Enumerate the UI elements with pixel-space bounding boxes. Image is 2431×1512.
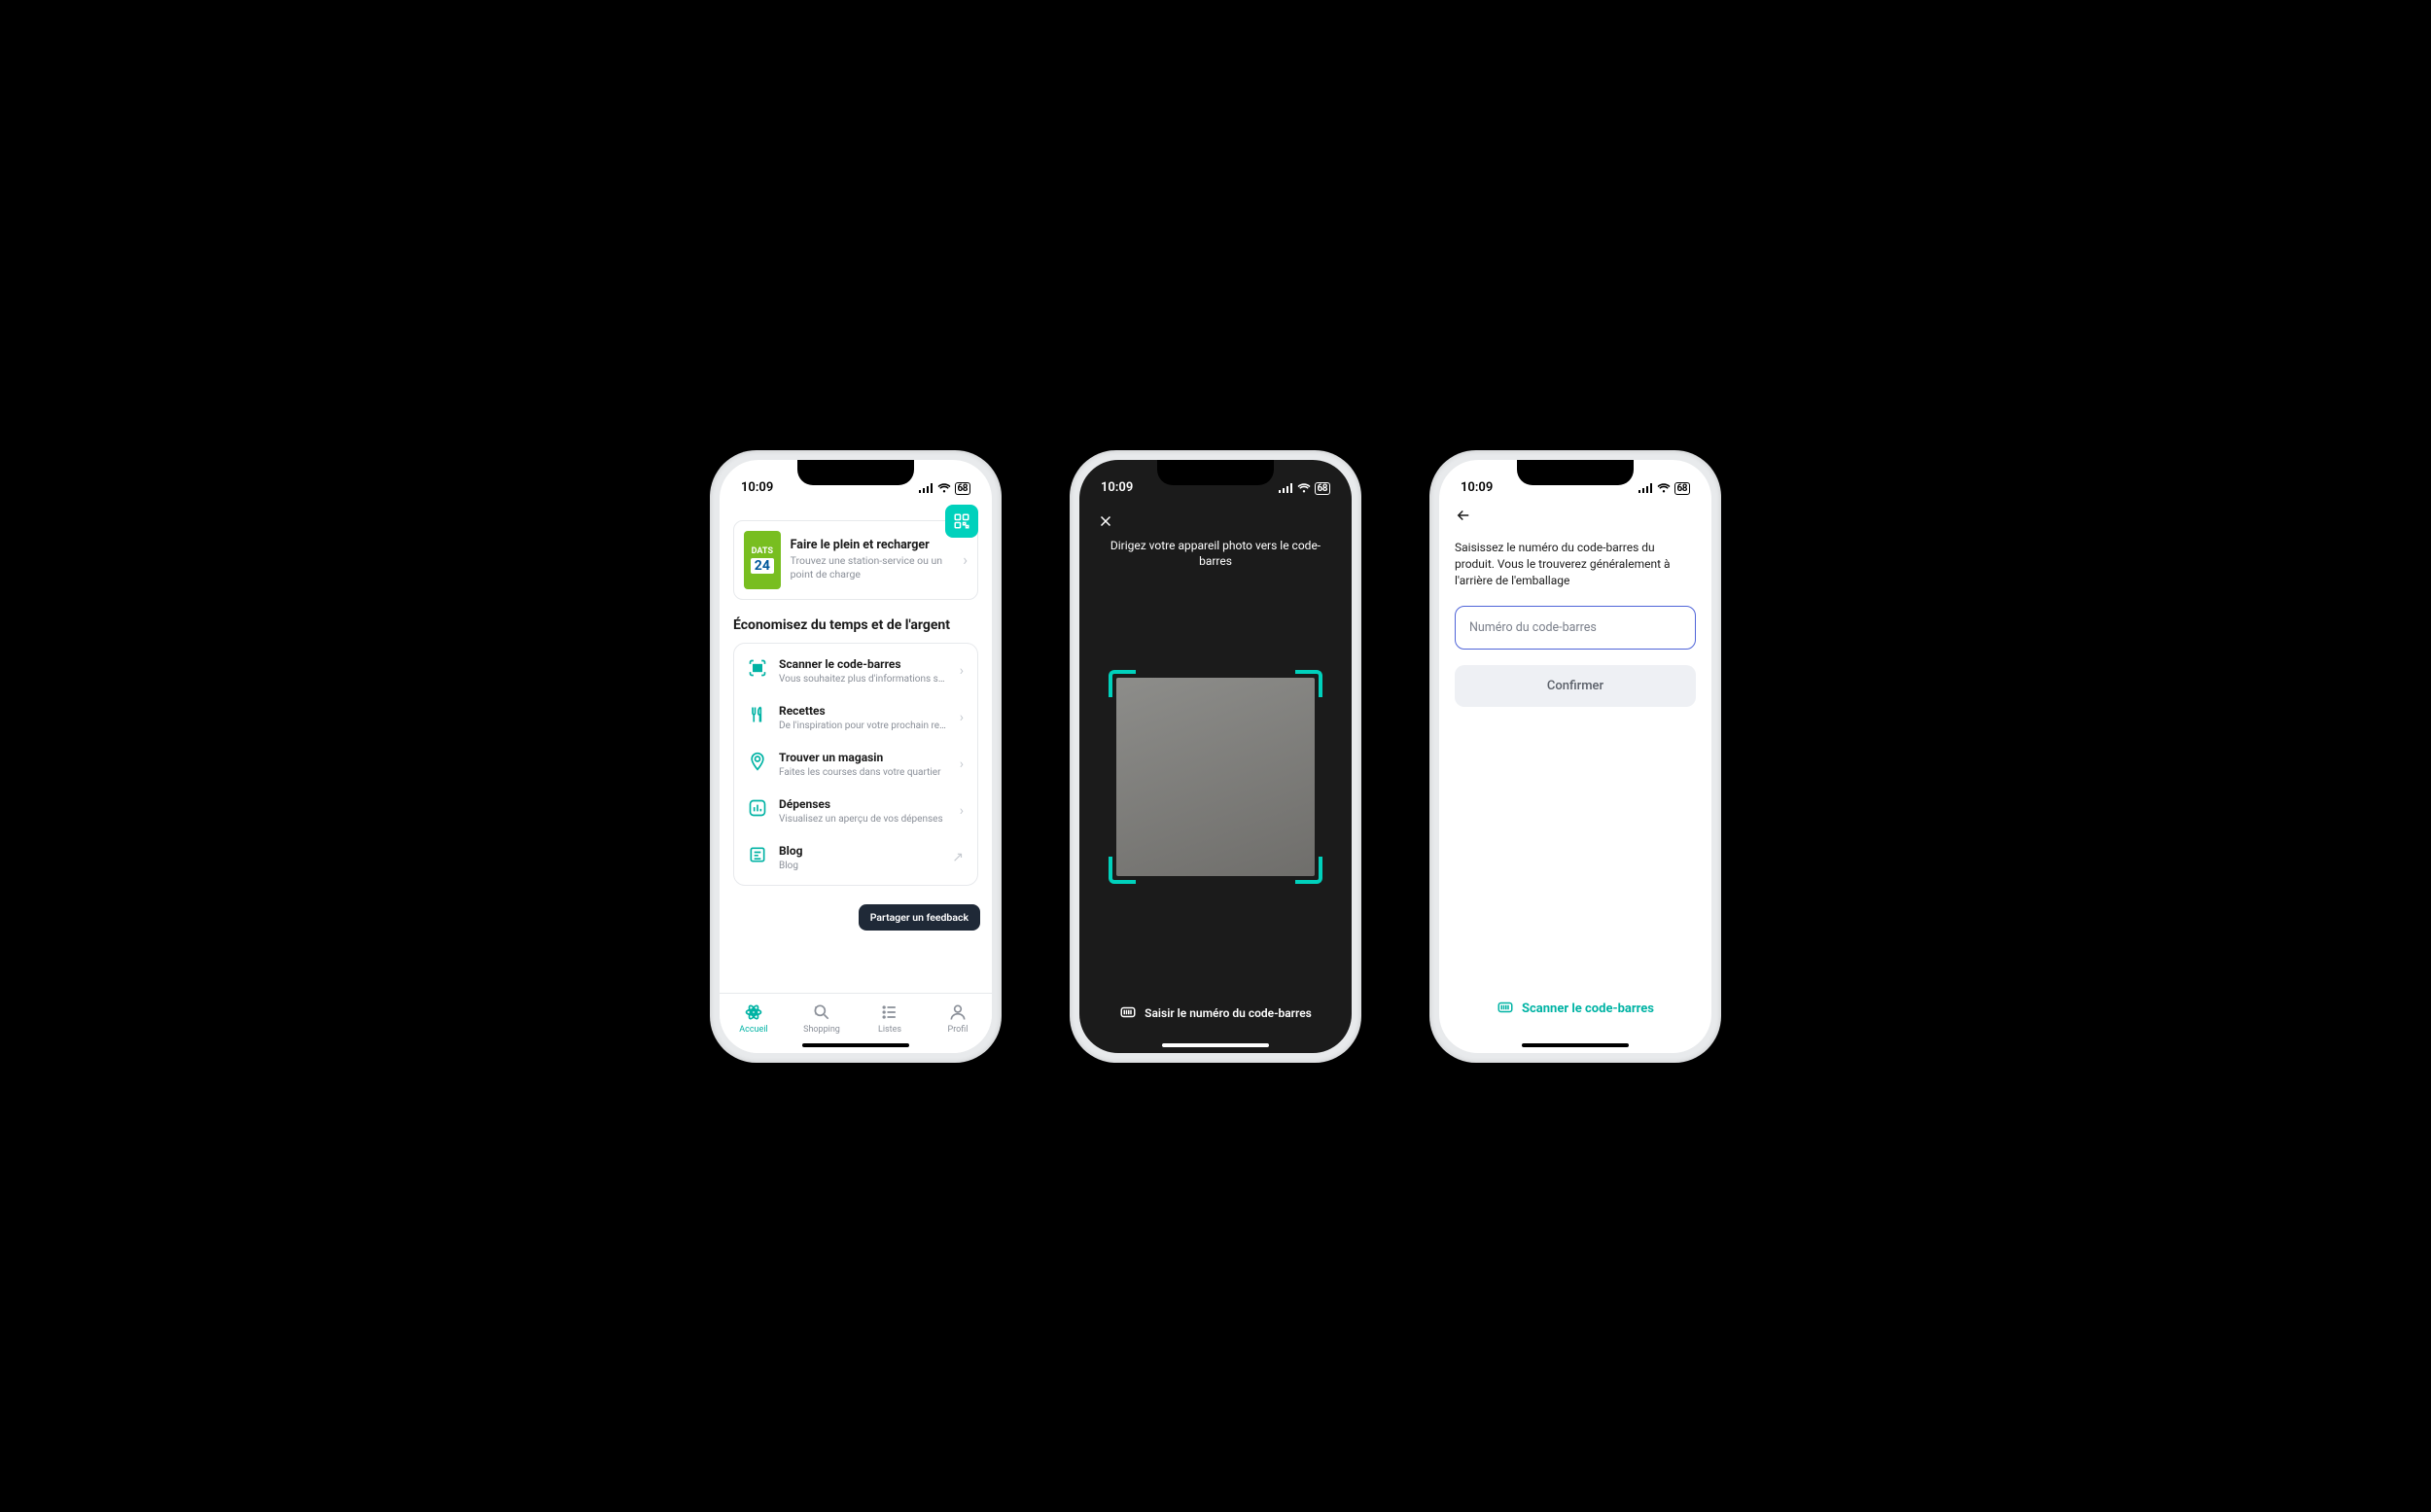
- tab-label: Listes: [878, 1025, 901, 1035]
- notch: [797, 460, 914, 485]
- barcode-scan-icon: [748, 658, 767, 678]
- enter-barcode-label: Saisir le numéro du code-barres: [1145, 1006, 1312, 1020]
- viewfinder: [1079, 570, 1352, 983]
- menu-item-subtitle: Visualisez un aperçu de vos dépenses: [779, 814, 948, 825]
- menu-item-find-store[interactable]: Trouver un magasin Faites les courses da…: [734, 741, 977, 788]
- tab-label: Profil: [948, 1025, 969, 1035]
- menu-item-recipes[interactable]: Recettes De l'inspiration pour votre pro…: [734, 694, 977, 741]
- scan-barcode-link[interactable]: Scanner le code-barres: [1439, 979, 1711, 1053]
- status-time: 10:09: [1101, 480, 1133, 495]
- menu-card: Scanner le code-barres Vous souhaitez pl…: [733, 643, 978, 886]
- chevron-right-icon: ›: [960, 663, 964, 679]
- viewfinder-corner: [1109, 670, 1136, 697]
- phone-frame-1: 10:09 68: [710, 450, 1002, 1063]
- store-location-icon: [748, 752, 767, 771]
- battery-indicator: 68: [955, 482, 970, 495]
- search-icon: [812, 1002, 831, 1022]
- viewfinder-preview: [1116, 678, 1315, 876]
- chevron-right-icon: ›: [960, 710, 964, 725]
- cellular-signal-icon: [919, 483, 934, 493]
- confirm-button[interactable]: Confirmer: [1455, 665, 1696, 707]
- feedback-button[interactable]: Partager un feedback: [859, 904, 980, 931]
- qr-scan-button[interactable]: [945, 505, 978, 538]
- dats24-logo: DATS 24: [744, 531, 781, 589]
- close-button[interactable]: [1093, 509, 1118, 534]
- home-indicator: [1522, 1043, 1629, 1047]
- wifi-icon: [1657, 483, 1671, 493]
- cellular-signal-icon: [1638, 483, 1653, 493]
- tab-home[interactable]: Accueil: [720, 994, 788, 1043]
- battery-indicator: 68: [1315, 482, 1330, 495]
- mockup-stage: 10:09 68: [486, 302, 1945, 1210]
- bar-chart-icon: [748, 798, 767, 818]
- dats24-card[interactable]: DATS 24 Faire le plein et recharger Trou…: [733, 520, 978, 600]
- menu-item-title: Recettes: [779, 704, 948, 718]
- wifi-icon: [1297, 483, 1311, 493]
- menu-item-scan-barcode[interactable]: Scanner le code-barres Vous souhaitez pl…: [734, 648, 977, 694]
- section-title: Économisez du temps et de l'argent: [733, 617, 978, 633]
- tab-lists[interactable]: Listes: [856, 994, 924, 1043]
- list-icon: [880, 1002, 899, 1022]
- menu-item-subtitle: Faites les courses dans votre quartier: [779, 767, 948, 778]
- back-button[interactable]: [1439, 499, 1472, 532]
- wifi-icon: [937, 483, 951, 493]
- tab-label: Shopping: [803, 1025, 840, 1035]
- status-time: 10:09: [1461, 480, 1493, 495]
- dats24-subtitle: Trouvez une station-service ou un point …: [791, 554, 954, 580]
- tab-profile[interactable]: Profil: [924, 994, 992, 1043]
- external-link-icon: ↗: [952, 850, 964, 865]
- menu-item-subtitle: Vous souhaitez plus d'informations sur…: [779, 674, 948, 685]
- tab-label: Accueil: [739, 1025, 767, 1035]
- barcode-icon: [1497, 999, 1514, 1020]
- barcode-icon: [1119, 1003, 1137, 1024]
- home-icon: [744, 1002, 763, 1022]
- menu-item-title: Dépenses: [779, 797, 948, 811]
- menu-item-subtitle: De l'inspiration pour votre prochain rep…: [779, 721, 948, 731]
- chevron-right-icon: ›: [960, 803, 964, 819]
- battery-indicator: 68: [1674, 482, 1690, 495]
- home-indicator: [802, 1043, 909, 1047]
- barcode-number-input[interactable]: Numéro du code-barres: [1455, 606, 1696, 650]
- notch: [1517, 460, 1634, 485]
- barcode-entry-instruction: Saisissez le numéro du code-barres du pr…: [1439, 532, 1711, 590]
- status-time: 10:09: [741, 480, 773, 495]
- menu-item-title: Blog: [779, 844, 940, 858]
- menu-item-subtitle: Blog: [779, 861, 940, 871]
- profile-icon: [948, 1002, 968, 1022]
- cellular-signal-icon: [1279, 483, 1293, 493]
- utensils-icon: [748, 705, 767, 724]
- viewfinder-corner: [1109, 857, 1136, 884]
- tab-shopping[interactable]: Shopping: [788, 994, 856, 1043]
- scan-barcode-label: Scanner le code-barres: [1522, 1002, 1654, 1016]
- camera-instruction: Dirigez votre appareil photo vers le cod…: [1079, 538, 1352, 571]
- chevron-right-icon: ›: [960, 756, 964, 772]
- viewfinder-corner: [1295, 670, 1322, 697]
- menu-item-blog[interactable]: Blog Blog ↗: [734, 834, 977, 881]
- dats24-title: Faire le plein et recharger: [791, 538, 954, 552]
- phone-frame-2: 10:09 68 Dirigez votre appareil photo ve…: [1070, 450, 1361, 1063]
- news-icon: [748, 845, 767, 864]
- viewfinder-corner: [1295, 857, 1322, 884]
- menu-item-expenses[interactable]: Dépenses Visualisez un aperçu de vos dép…: [734, 788, 977, 834]
- chevron-right-icon: ›: [963, 550, 968, 569]
- home-indicator: [1162, 1043, 1269, 1047]
- menu-item-title: Scanner le code-barres: [779, 657, 948, 671]
- phone-frame-3: 10:09 68 Saisissez le numéro du code-bar…: [1429, 450, 1721, 1063]
- notch: [1157, 460, 1274, 485]
- menu-item-title: Trouver un magasin: [779, 751, 948, 764]
